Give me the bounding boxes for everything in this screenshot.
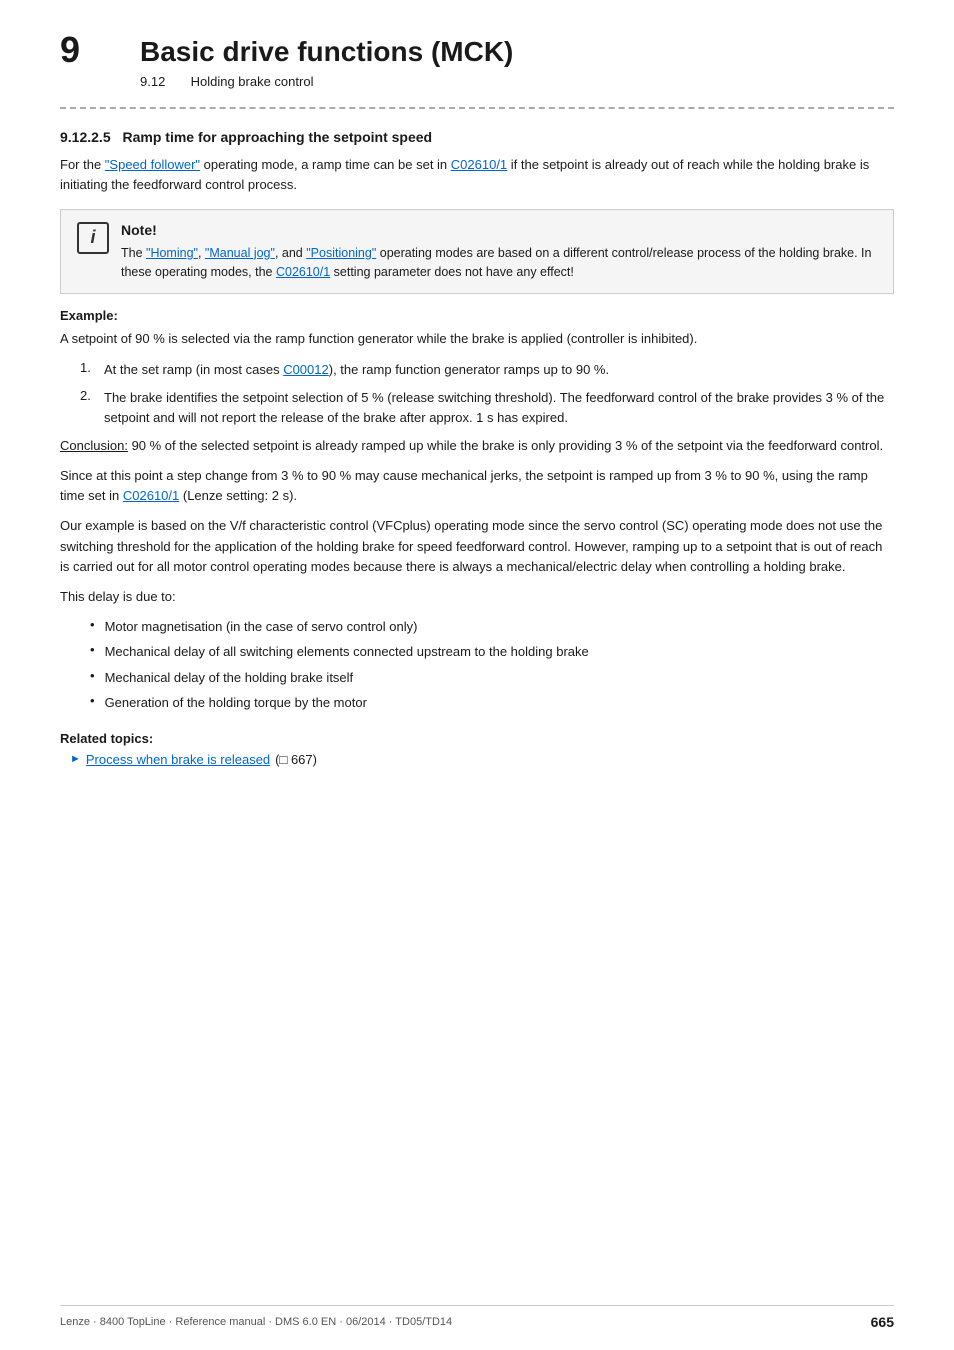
list-number-2: 2.	[80, 388, 104, 403]
homing-link[interactable]: "Homing"	[146, 246, 198, 260]
related-link-page: (□ 667)	[275, 752, 317, 767]
bullet-text-2: Mechanical delay of all switching elemen…	[105, 642, 589, 662]
bullet-item-1: • Motor magnetisation (in the case of se…	[90, 617, 894, 637]
arrow-right-icon: ►	[70, 753, 81, 765]
conclusion-paragraph: Conclusion: 90 % of the selected setpoin…	[60, 436, 894, 456]
related-topics-label: Related topics:	[60, 731, 894, 746]
page: 9 Basic drive functions (MCK) 9.12 Holdi…	[0, 0, 954, 1350]
header-section: 9 Basic drive functions (MCK)	[60, 30, 894, 70]
bullet-text-3: Mechanical delay of the holding brake it…	[105, 668, 354, 688]
section-divider	[60, 107, 894, 109]
c02610-link-para1[interactable]: C02610/1	[123, 488, 179, 503]
bullet-text-4: Generation of the holding torque by the …	[105, 693, 367, 713]
bullet-item-2: • Mechanical delay of all switching elem…	[90, 642, 894, 662]
intro-paragraph: For the "Speed follower" operating mode,…	[60, 155, 894, 195]
sub-chapter: 9.12 Holding brake control	[140, 74, 894, 89]
list-text-1: At the set ramp (in most cases C00012), …	[104, 360, 609, 380]
section-number: 9.12.2.5	[60, 129, 111, 145]
bullet-item-4: • Generation of the holding torque by th…	[90, 693, 894, 713]
example-label: Example:	[60, 308, 894, 323]
sub-chapter-number: 9.12	[140, 74, 165, 89]
process-brake-released-link[interactable]: Process when brake is released	[86, 752, 270, 767]
note-text: The "Homing", "Manual jog", and "Positio…	[121, 244, 877, 282]
note-content: Note! The "Homing", "Manual jog", and "P…	[121, 222, 877, 282]
conclusion-text: 90 % of the selected setpoint is already…	[132, 438, 884, 453]
list-text-2: The brake identifies the setpoint select…	[104, 388, 894, 428]
positioning-link[interactable]: "Positioning"	[306, 246, 376, 260]
chapter-number: 9	[60, 30, 140, 70]
related-link-1: ► Process when brake is released (□ 667)	[60, 752, 894, 767]
footer: Lenze · 8400 TopLine · Reference manual …	[60, 1305, 894, 1330]
bullet-list: • Motor magnetisation (in the case of se…	[90, 617, 894, 713]
c00012-link[interactable]: C00012	[283, 362, 329, 377]
bullet-text-1: Motor magnetisation (in the case of serv…	[105, 617, 418, 637]
sub-chapter-title: Holding brake control	[191, 74, 314, 89]
intro-text-part2: operating mode, a ramp time can be set i…	[200, 157, 451, 172]
list-number-1: 1.	[80, 360, 104, 375]
note-icon: i	[77, 222, 109, 254]
bullet-dot-1: •	[90, 617, 95, 632]
bullet-dot-2: •	[90, 642, 95, 657]
c02610-link-1[interactable]: C02610/1	[451, 157, 507, 172]
note-box: i Note! The "Homing", "Manual jog", and …	[60, 209, 894, 295]
list-item-2: 2. The brake identifies the setpoint sel…	[60, 388, 894, 428]
bullet-dot-4: •	[90, 693, 95, 708]
list-item-1: 1. At the set ramp (in most cases C00012…	[60, 360, 894, 380]
page-number: 665	[871, 1314, 894, 1330]
footer-text: Lenze · 8400 TopLine · Reference manual …	[60, 1316, 452, 1328]
manual-jog-link[interactable]: "Manual jog"	[205, 246, 275, 260]
note-title: Note!	[121, 222, 877, 238]
c02610-link-note[interactable]: C02610/1	[276, 265, 330, 279]
related-topics: Related topics: ► Process when brake is …	[60, 731, 894, 767]
example-list: 1. At the set ramp (in most cases C00012…	[60, 360, 894, 428]
example-intro: A setpoint of 90 % is selected via the r…	[60, 329, 894, 349]
paragraph-2: Our example is based on the V/f characte…	[60, 516, 894, 576]
chapter-title: Basic drive functions (MCK)	[140, 30, 513, 68]
paragraph-1: Since at this point a step change from 3…	[60, 466, 894, 506]
intro-text-part1: For the	[60, 157, 105, 172]
speed-follower-link[interactable]: "Speed follower"	[105, 157, 200, 172]
bullet-item-3: • Mechanical delay of the holding brake …	[90, 668, 894, 688]
section-heading: 9.12.2.5 Ramp time for approaching the s…	[60, 129, 894, 145]
paragraph-3: This delay is due to:	[60, 587, 894, 607]
conclusion-label: Conclusion:	[60, 438, 128, 453]
bullet-dot-3: •	[90, 668, 95, 683]
section-title: Ramp time for approaching the setpoint s…	[123, 129, 433, 145]
